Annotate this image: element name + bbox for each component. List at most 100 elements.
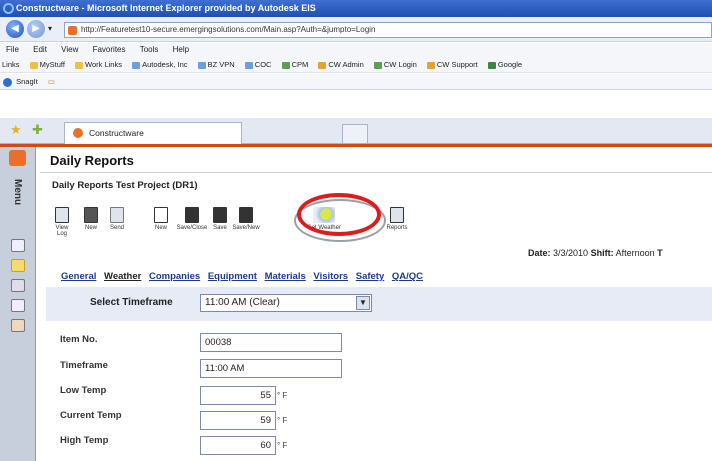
new-icon (84, 207, 98, 223)
save-new-icon (239, 207, 253, 223)
forward-icon[interactable]: ▶ (27, 20, 45, 38)
site-favicon-icon (68, 26, 77, 35)
reports-button[interactable]: Reports (384, 203, 410, 237)
new-record-button[interactable]: New (152, 203, 170, 237)
low-temp-field[interactable]: 55 (200, 386, 276, 405)
google-icon (487, 61, 496, 69)
current-temp-label: Current Temp (60, 410, 122, 421)
sidebar-home-icon[interactable] (11, 239, 25, 252)
timeframe-select[interactable]: 11:00 AM (Clear) ▼ (200, 294, 372, 312)
sidebar-notes-icon[interactable] (11, 319, 25, 332)
new-button[interactable]: New (82, 203, 100, 237)
tab-qaqc[interactable]: QA/QC (392, 271, 423, 282)
browser-tab-row: ★ ✚ Constructware (0, 118, 712, 144)
page-icon (197, 61, 206, 69)
menu-tools[interactable]: Tools (140, 45, 159, 54)
sidebar-favorites-icon[interactable] (11, 259, 25, 272)
link-bz-vpn[interactable]: BZ VPN (197, 57, 235, 72)
link-autodesk[interactable]: Autodesk, Inc (132, 57, 188, 72)
app-logo-icon[interactable] (9, 150, 26, 166)
address-bar[interactable]: http://Featuretest10-secure.emergingsolu… (64, 22, 712, 38)
diamond-icon (426, 61, 435, 69)
back-icon[interactable]: ◀ (6, 20, 24, 38)
timeframe-label: Timeframe (60, 360, 108, 371)
link-work-links[interactable]: Work Links (75, 57, 122, 72)
timeframe-field[interactable]: 11:00 AM (200, 359, 342, 378)
highlight-circle (297, 193, 381, 236)
high-temp-unit: ° F (277, 441, 288, 450)
view-log-button[interactable]: View Log (50, 203, 74, 237)
menu-file[interactable]: File (6, 45, 19, 54)
site-favicon-icon (73, 128, 83, 138)
menu-edit[interactable]: Edit (33, 45, 47, 54)
link-cpm[interactable]: CPM (281, 57, 308, 72)
grid-icon (373, 61, 382, 69)
sidebar-menu-label[interactable]: Menu (12, 179, 23, 205)
new-tab-button[interactable] (342, 124, 368, 144)
save-icon (213, 207, 227, 223)
date-value: 3/3/2010 (553, 248, 589, 258)
tab-equipment[interactable]: Equipment (208, 271, 257, 282)
tab-label: Constructware (89, 128, 144, 138)
sidebar-document-icon[interactable] (11, 299, 25, 312)
tab-companies[interactable]: Companies (149, 271, 200, 282)
tab-visitors[interactable]: Visitors (313, 271, 348, 282)
save-close-button[interactable]: Save/Close (176, 203, 208, 237)
sidebar-settings-icon[interactable] (11, 279, 25, 292)
link-coc[interactable]: COC (244, 57, 271, 72)
address-url: http://Featuretest10-secure.emergingsolu… (81, 25, 376, 34)
link-google[interactable]: Google (487, 57, 522, 72)
window-title: Constructware - Microsoft Internet Explo… (16, 3, 316, 13)
link-cw-login[interactable]: CW Login (373, 57, 417, 72)
snagit-capture-icon[interactable]: ▭ (48, 77, 55, 86)
shift-value: Afternoon (615, 248, 655, 258)
snagit-button[interactable]: SnagIt (16, 77, 38, 86)
link-cw-support[interactable]: CW Support (426, 57, 478, 72)
send-button[interactable]: Send (108, 203, 126, 237)
save-new-button[interactable]: Save/New (232, 203, 260, 237)
history-dropdown-icon[interactable]: ▾ (48, 24, 52, 33)
left-sidebar: Menu (0, 147, 36, 461)
low-temp-unit: ° F (277, 391, 288, 400)
chevron-down-icon[interactable]: ▼ (356, 296, 370, 310)
page-title: Daily Reports (50, 153, 134, 168)
menu-favorites[interactable]: Favorites (93, 45, 126, 54)
log-icon (55, 207, 69, 223)
address-toolbar: ◀ ▶ ▾ http://Featuretest10-secure.emergi… (0, 17, 712, 42)
cutoff-text: T (657, 248, 663, 258)
blank-page-icon (154, 207, 168, 223)
item-no-field[interactable]: 00038 (200, 333, 342, 352)
date-label: Date: (528, 248, 551, 258)
shift-label: Shift: (590, 248, 614, 258)
send-icon (110, 207, 124, 223)
current-temp-field[interactable]: 59 (200, 411, 276, 430)
tab-safety[interactable]: Safety (356, 271, 385, 282)
folder-icon (29, 61, 38, 69)
favorites-star-icon[interactable]: ★ (10, 122, 22, 138)
add-favorite-icon[interactable]: ✚ (32, 122, 43, 138)
snagit-bar: SnagIt ▭ (0, 74, 712, 90)
save-close-icon (185, 207, 199, 223)
tab-weather[interactable]: Weather (104, 271, 141, 282)
links-bar: Links MyStuff Work Links Autodesk, Inc B… (0, 57, 712, 73)
item-no-label: Item No. (60, 334, 98, 345)
save-button[interactable]: Save (210, 203, 230, 237)
title-divider (40, 172, 712, 173)
tab-general[interactable]: General (61, 271, 96, 282)
low-temp-label: Low Temp (60, 385, 107, 396)
tab-materials[interactable]: Materials (265, 271, 306, 282)
date-shift-info: Date: 3/3/2010 Shift: Afternoon T (528, 248, 663, 258)
menu-help[interactable]: Help (173, 45, 189, 54)
tab-constructware[interactable]: Constructware (64, 122, 242, 144)
window-titlebar: Constructware - Microsoft Internet Explo… (0, 0, 712, 17)
link-cw-admin[interactable]: CW Admin (318, 57, 364, 72)
section-tabs: General Weather Companies Equipment Mate… (61, 271, 428, 282)
links-label: Links (2, 60, 20, 69)
menu-view[interactable]: View (61, 45, 78, 54)
high-temp-field[interactable]: 60 (200, 436, 276, 455)
link-mystuff[interactable]: MyStuff (29, 57, 65, 72)
snagit-icon (3, 77, 12, 87)
folder-icon (75, 61, 83, 69)
timeframe-selected-value: 11:00 AM (Clear) (205, 297, 280, 308)
timeframe-select-label: Select Timeframe (90, 297, 173, 308)
